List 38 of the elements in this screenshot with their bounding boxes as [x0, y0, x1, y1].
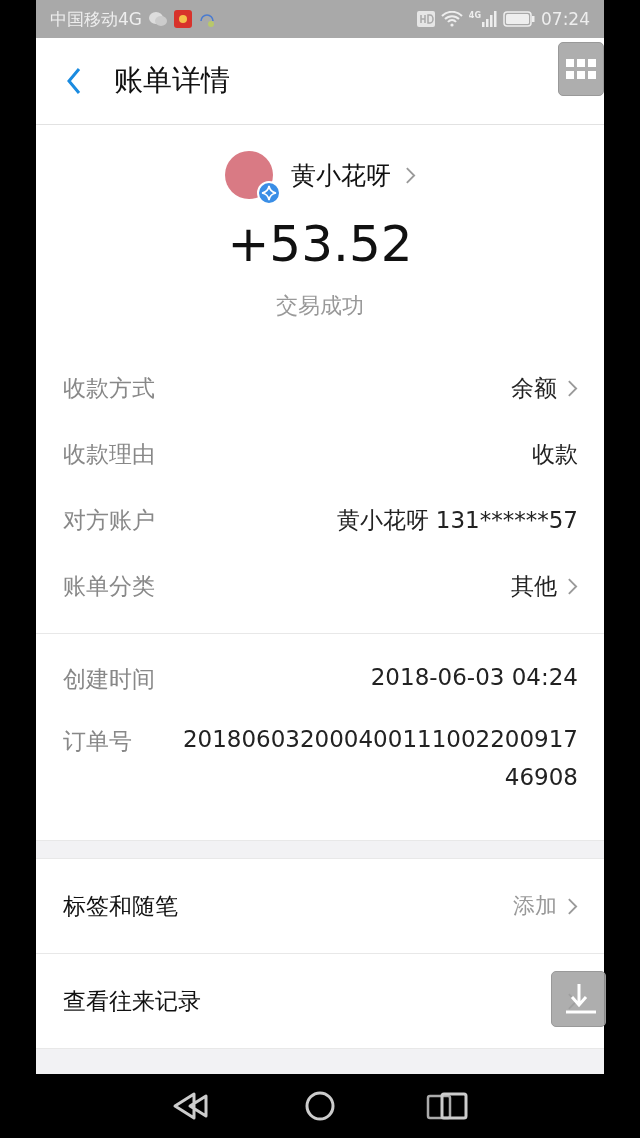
home-nav-icon[interactable]: [304, 1090, 336, 1122]
chevron-icon: [404, 165, 416, 185]
row-value: 黄小花呀 131******57: [336, 505, 578, 535]
amount-text: +53.52: [227, 215, 413, 273]
grid-menu-button[interactable]: [558, 42, 604, 96]
recents-nav-icon[interactable]: [426, 1092, 468, 1120]
row-label: 创建时间: [63, 665, 155, 694]
row-label: 收款方式: [63, 373, 155, 403]
row-value: 2018-06-03 04:24: [369, 663, 578, 692]
row-label: 收款理由: [63, 439, 155, 469]
row-value: 收款: [532, 439, 578, 469]
action-label[interactable]: 标签和随笔: [63, 890, 178, 922]
chat-icon: [148, 11, 168, 27]
carrier-name: 中国移动4G: [50, 7, 142, 31]
status-text: 交易成功: [276, 292, 364, 320]
row-label: 账单分类: [63, 571, 155, 601]
action-label[interactable]: 查看往来记录: [63, 985, 201, 1017]
row-label: 对方账户: [63, 505, 155, 535]
grid-icon: [566, 59, 596, 79]
row-value: 20180603200040011100220091746908: [181, 725, 578, 792]
detail-row[interactable]: 收款方式 余额: [36, 355, 604, 421]
clock-time: 07:24: [541, 9, 590, 29]
hd-icon: [416, 11, 435, 27]
avatar: [224, 151, 273, 199]
row-label: 订单号: [63, 727, 132, 756]
page-title: 账单详情: [114, 62, 230, 99]
network-label: 4G: [468, 11, 481, 20]
detail-row[interactable]: 账单分类 其他: [36, 553, 604, 619]
download-button[interactable]: [551, 971, 606, 1027]
back-button[interactable]: [66, 67, 82, 95]
action-value: 添加: [513, 892, 557, 920]
wifi-icon: [440, 11, 463, 27]
battery-icon: [503, 11, 535, 27]
signal-icon: [481, 11, 497, 27]
row-value: 其他: [511, 571, 557, 601]
app-icon: [174, 10, 192, 28]
row-value: 余额: [511, 373, 557, 403]
payee-link[interactable]: 黄小花呀: [224, 149, 416, 201]
